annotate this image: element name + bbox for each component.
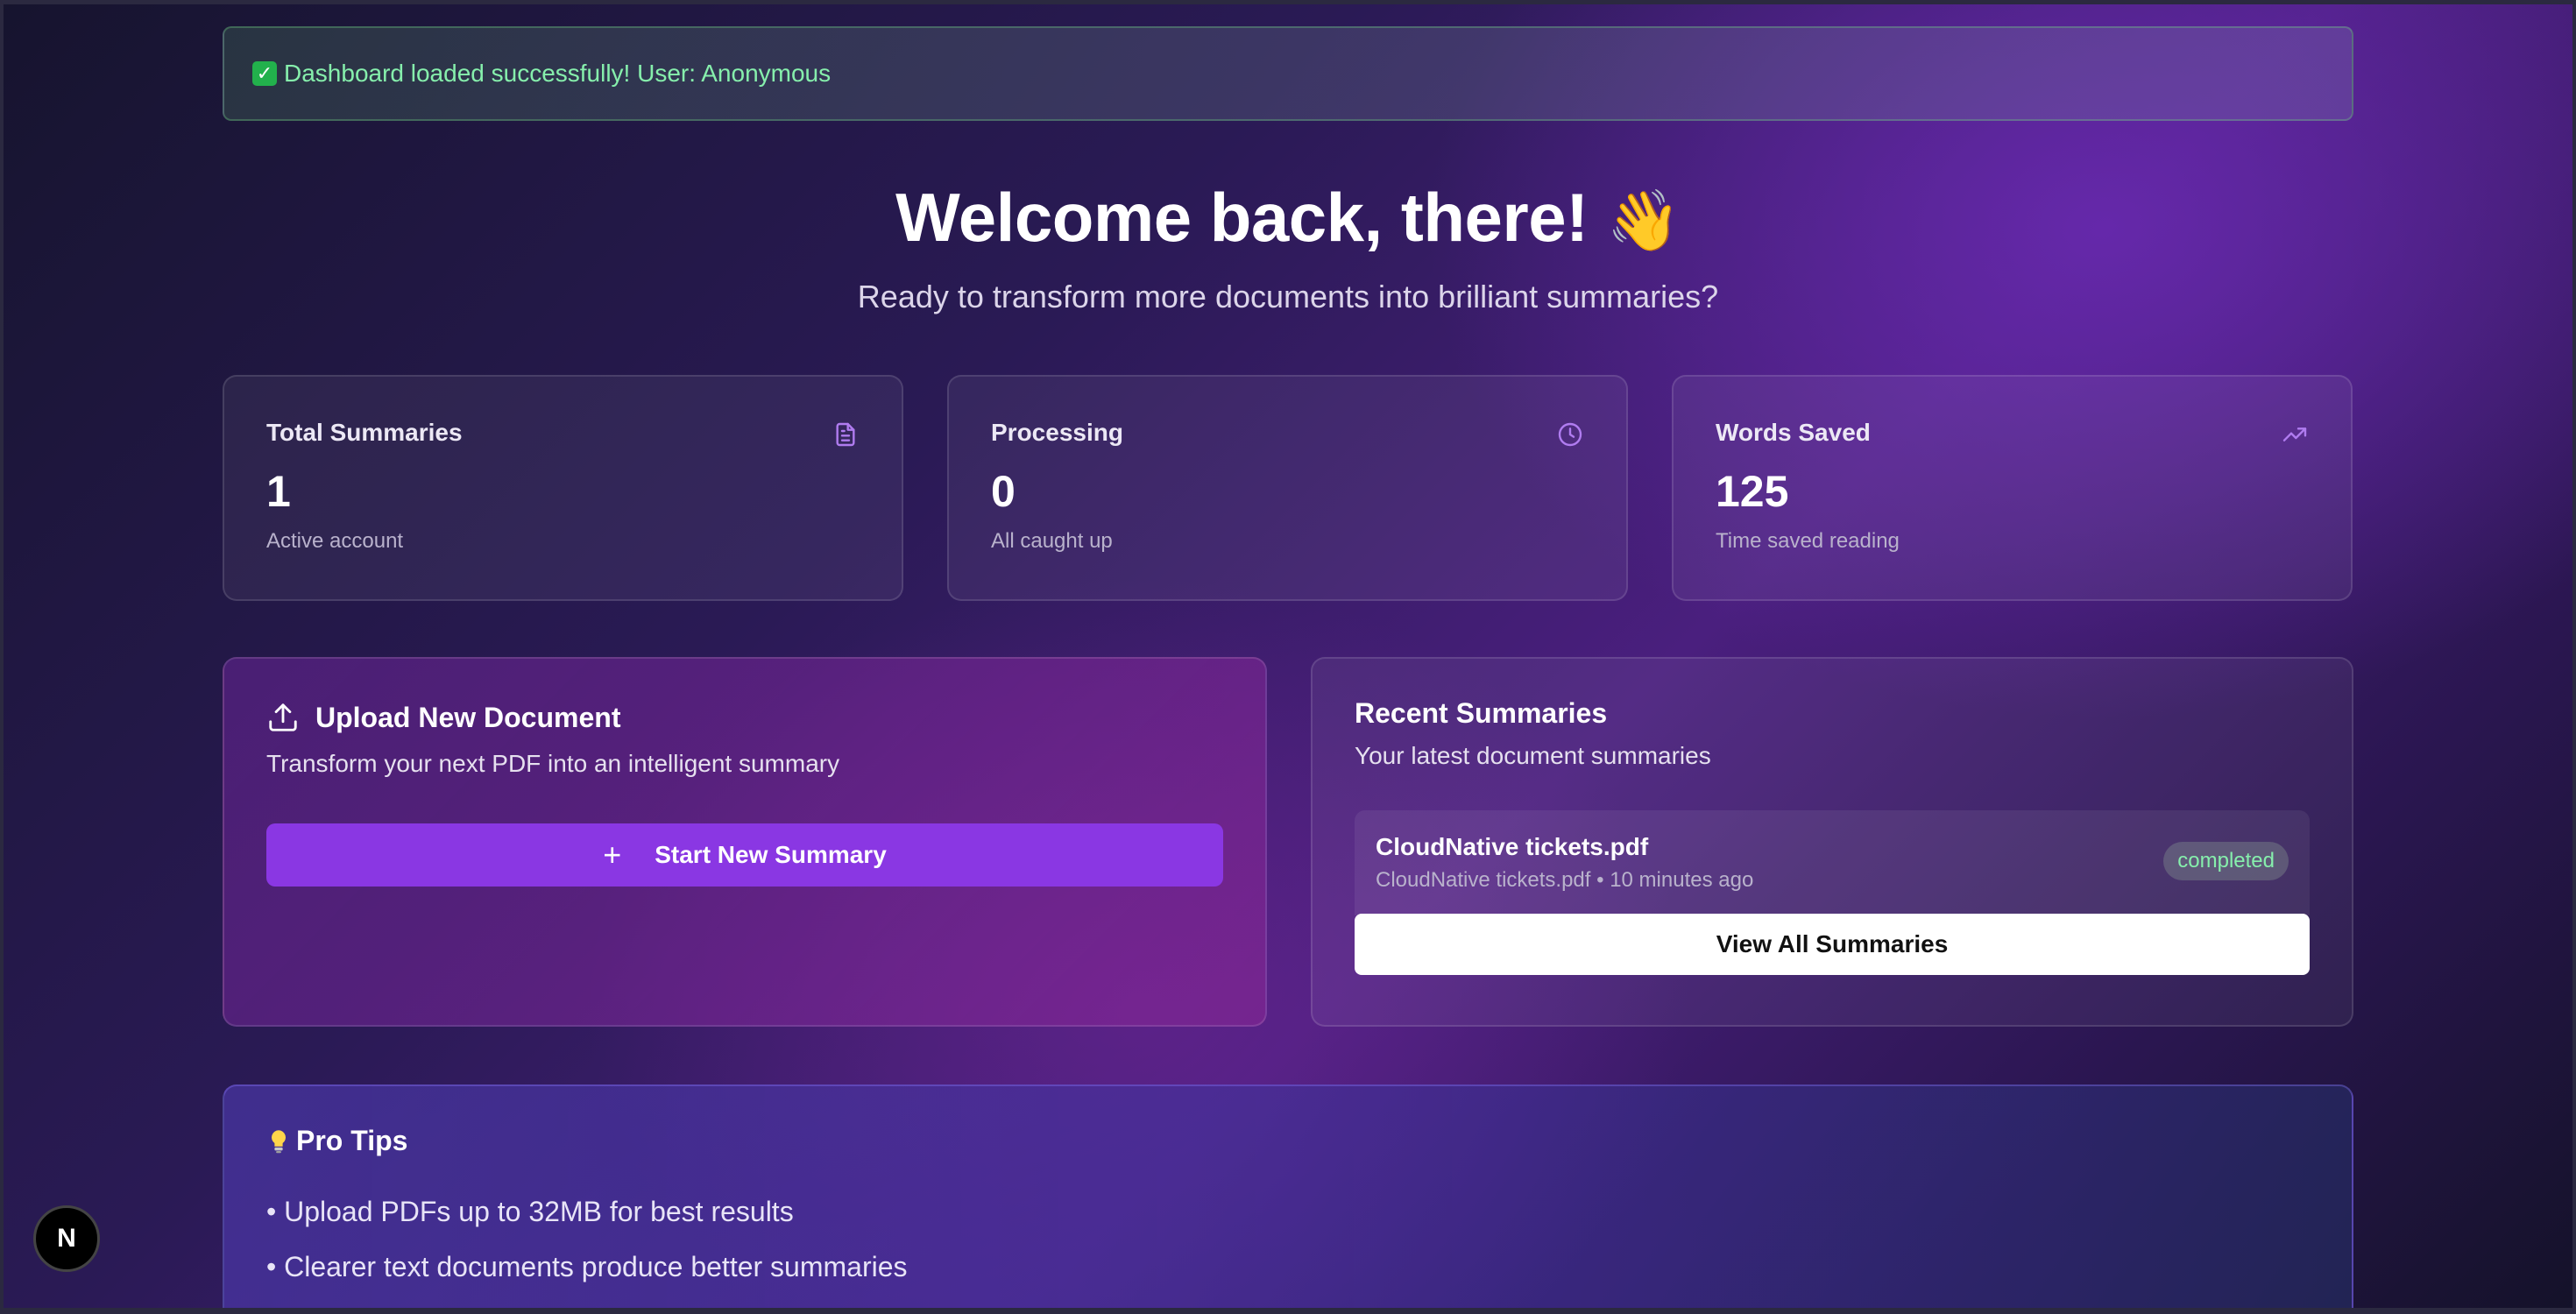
stat-card-words-saved: Words Saved 125 Time saved reading bbox=[1672, 375, 2353, 601]
stats-row: Total Summaries 1 Active account Process… bbox=[223, 375, 2353, 601]
summary-meta: CloudNative tickets.pdf • 10 minutes ago bbox=[1376, 868, 1754, 892]
lightbulb-icon bbox=[271, 1129, 287, 1153]
list-item[interactable]: CloudNative tickets.pdf CloudNative tick… bbox=[1355, 810, 2310, 915]
upload-icon bbox=[269, 703, 297, 731]
upload-card-description: Transform your next PDF into an intellig… bbox=[266, 750, 840, 777]
dashboard: ✓ Dashboard loaded successfully! User: A… bbox=[223, 26, 2353, 1312]
check-icon: ✓ bbox=[252, 61, 277, 86]
plus-icon: + bbox=[603, 837, 622, 872]
stat-caption: All caught up bbox=[991, 529, 1113, 553]
recent-summaries-title: Recent Summaries bbox=[1355, 697, 1608, 729]
start-new-summary-button[interactable]: + Start New Summary bbox=[266, 823, 1223, 887]
action-row: Upload New Document Transform your next … bbox=[223, 657, 2353, 1027]
upload-card-title: Upload New Document bbox=[266, 701, 1223, 734]
success-alert: ✓ Dashboard loaded successfully! User: A… bbox=[223, 26, 2353, 121]
list-item: Clearer text documents produce better su… bbox=[266, 1251, 2310, 1283]
view-all-summaries-button[interactable]: View All Summaries bbox=[1355, 914, 2310, 975]
alert-text: Dashboard loaded successfully! User: Ano… bbox=[284, 60, 832, 87]
recent-summaries-description: Your latest document summaries bbox=[1355, 742, 1711, 769]
stat-label: Words Saved bbox=[1716, 419, 1871, 446]
document-icon bbox=[836, 422, 855, 447]
pro-tips-title: Pro Tips bbox=[266, 1125, 2310, 1157]
waving-hand-icon: 👋 bbox=[1606, 187, 1681, 254]
status-badge: completed bbox=[2163, 842, 2289, 880]
stat-label: Total Summaries bbox=[266, 419, 463, 446]
welcome-hero: Welcome back, there! 👋 Ready to transfor… bbox=[223, 173, 2353, 315]
stat-value: 125 bbox=[1716, 467, 1789, 516]
recent-summaries-card: Recent Summaries Your latest document su… bbox=[1311, 657, 2353, 1027]
stat-caption: Time saved reading bbox=[1716, 529, 1900, 553]
trending-up-icon bbox=[2282, 427, 2307, 442]
stat-card-total-summaries: Total Summaries 1 Active account bbox=[223, 375, 903, 601]
page-title: Welcome back, there! 👋 bbox=[895, 179, 1681, 256]
page-subtitle: Ready to transform more documents into b… bbox=[857, 279, 1719, 314]
upload-card: Upload New Document Transform your next … bbox=[223, 657, 1267, 1027]
pro-tips-list: Upload PDFs up to 32MB for best results … bbox=[266, 1196, 2310, 1283]
stat-caption: Active account bbox=[266, 529, 404, 553]
next-dev-indicator-button[interactable]: N bbox=[33, 1205, 100, 1272]
stat-card-processing: Processing 0 All caught up bbox=[947, 375, 1628, 601]
stat-value: 0 bbox=[991, 467, 1016, 516]
summary-name: CloudNative tickets.pdf bbox=[1376, 833, 1649, 860]
stat-label: Processing bbox=[991, 419, 1123, 446]
list-item: Upload PDFs up to 32MB for best results bbox=[266, 1196, 2310, 1228]
stat-value: 1 bbox=[266, 467, 291, 516]
clock-icon bbox=[1558, 422, 1582, 447]
pro-tips-card: Pro Tips Upload PDFs up to 32MB for best… bbox=[223, 1084, 2353, 1312]
